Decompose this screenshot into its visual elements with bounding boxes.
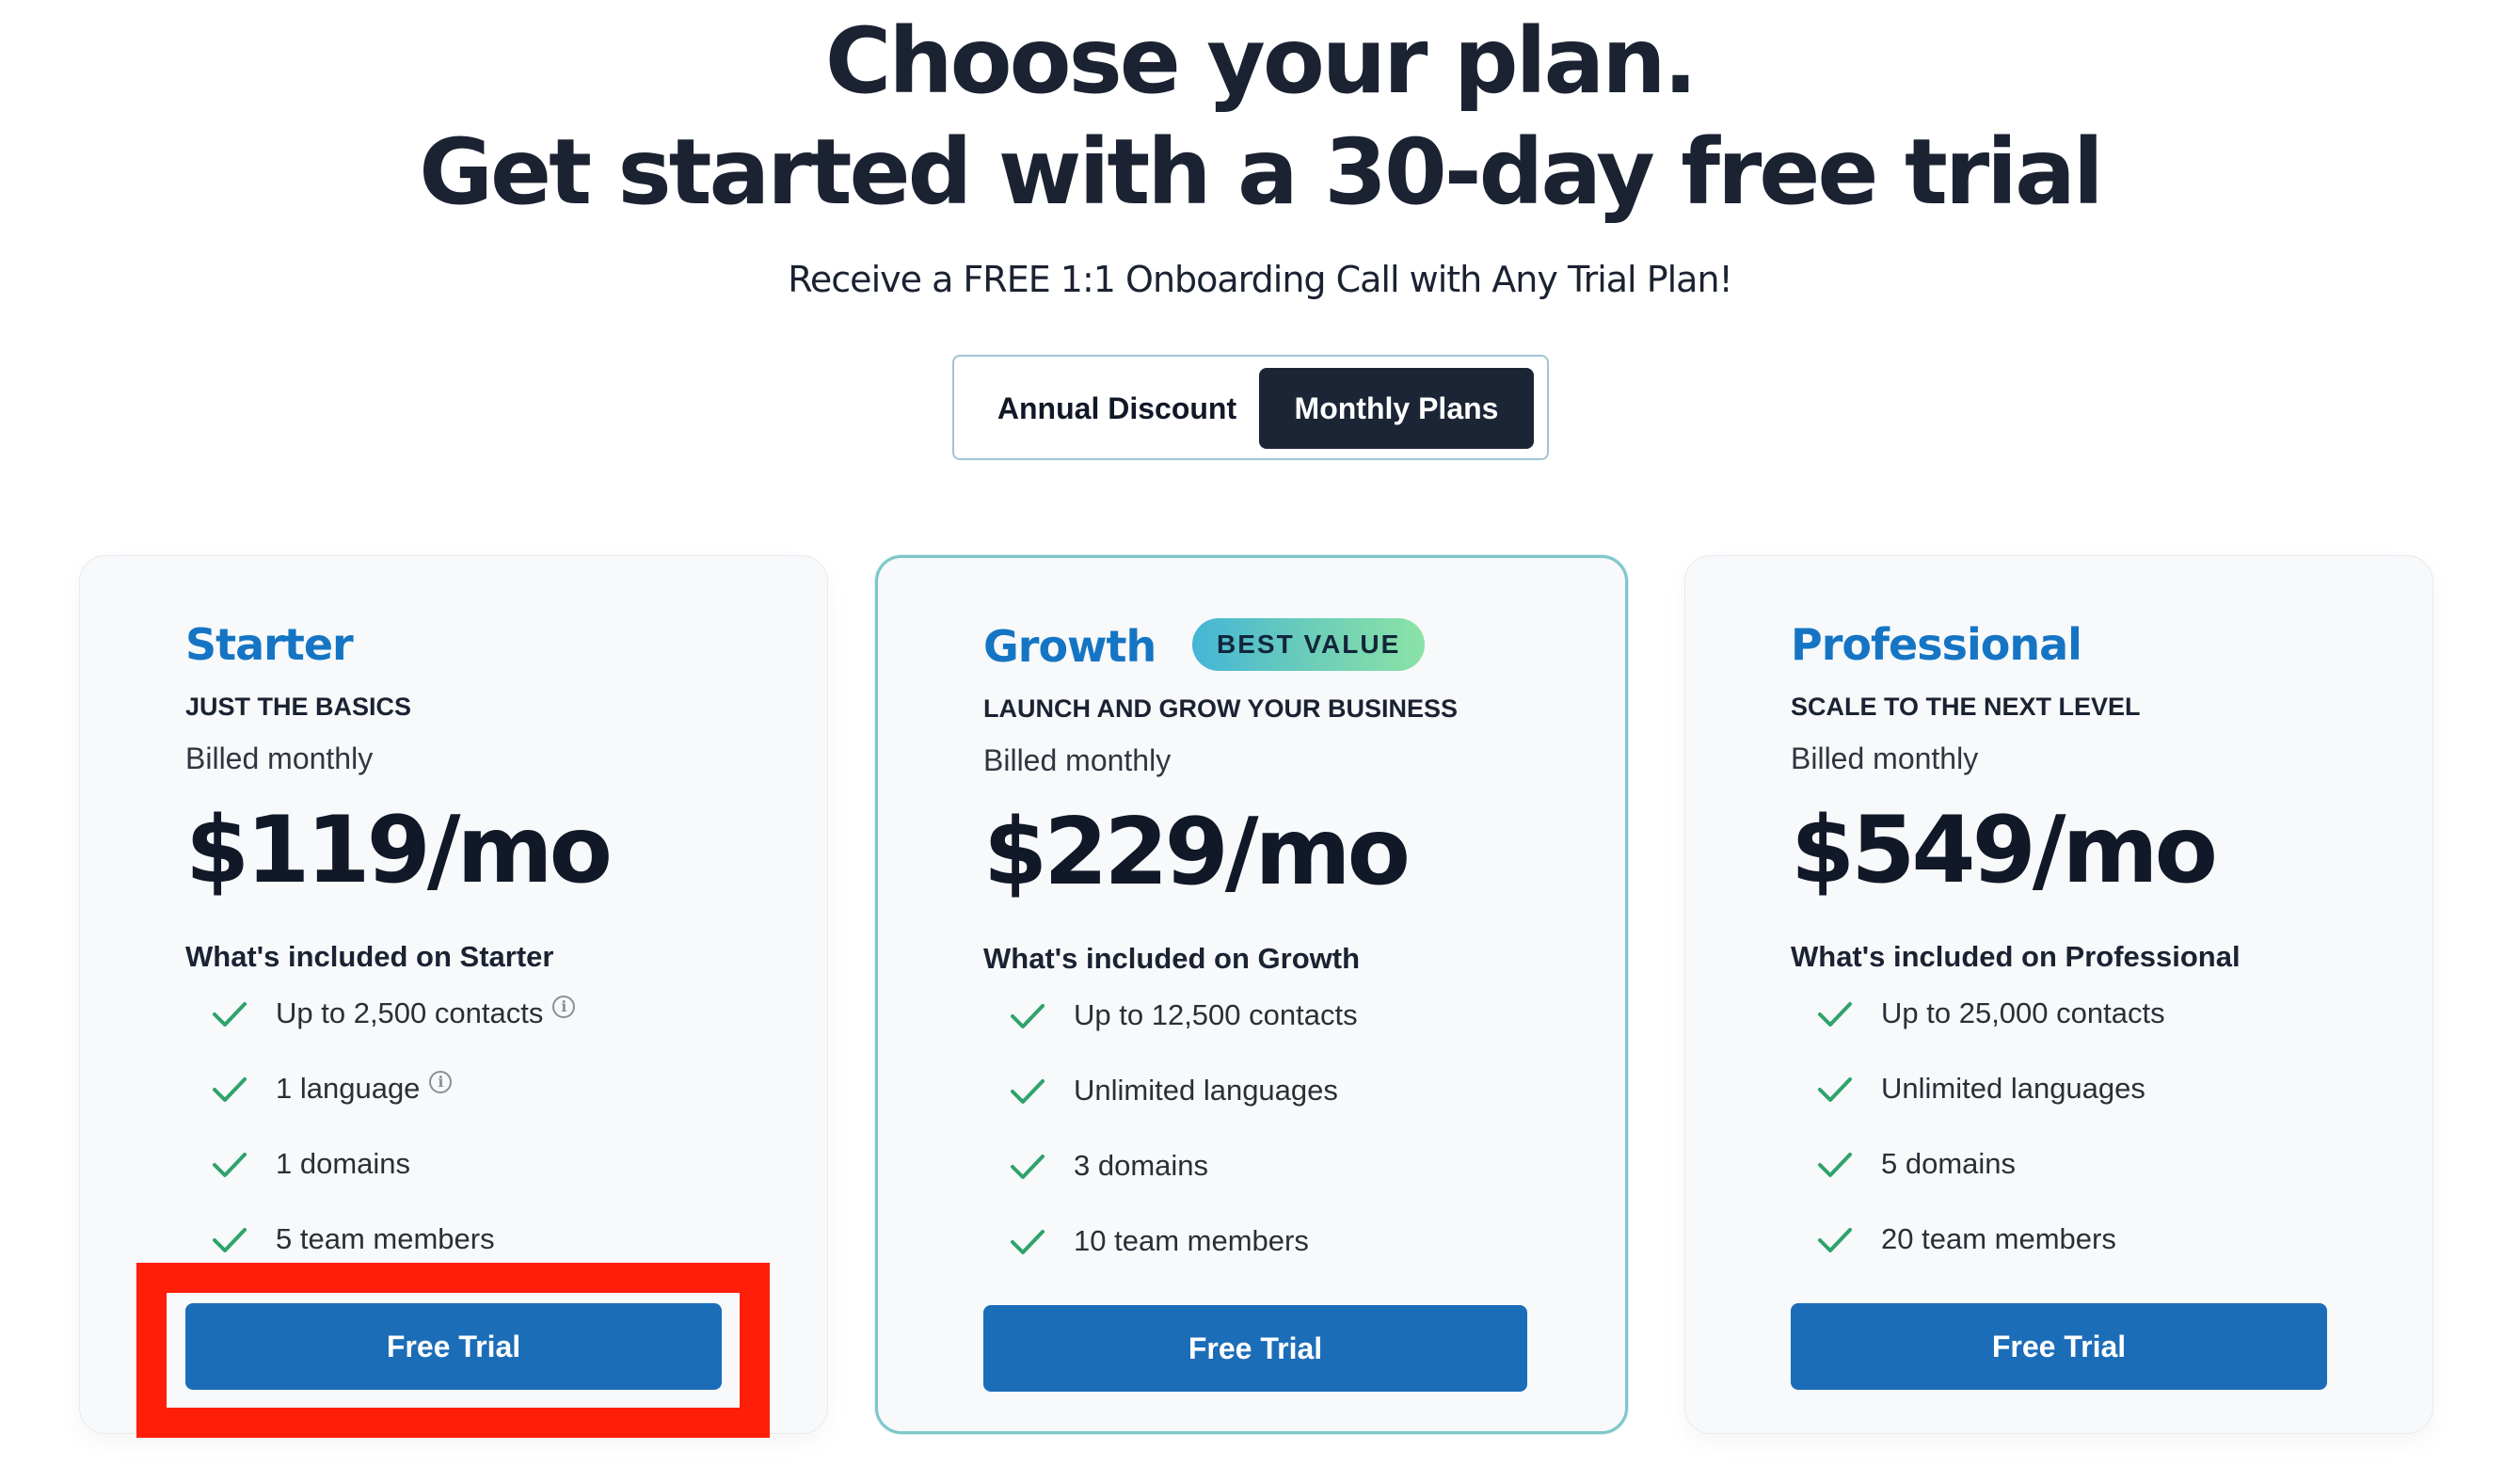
annotation-highlight-box: [136, 1263, 770, 1438]
check-icon: [1011, 1004, 1045, 1028]
check-icon: [213, 1228, 247, 1252]
check-icon: [1818, 1228, 1852, 1252]
info-icon[interactable]: i: [429, 1071, 453, 1093]
billing-toggle: Annual Discount Monthly Plans: [952, 355, 1549, 460]
plan-name: Professional: [1791, 619, 2082, 670]
check-icon: [1818, 1077, 1852, 1102]
check-icon: [213, 1153, 247, 1177]
billing-period: Billed monthly: [185, 741, 374, 775]
feature-text: 20 team members: [1881, 1222, 2116, 1255]
onboarding-note: Receive a FREE 1:1 Onboarding Call with …: [788, 259, 1733, 300]
plan-price: $119/mo: [185, 797, 613, 904]
plan-price: $229/mo: [983, 799, 1411, 906]
plan-card-professional: Professional SCALE TO THE NEXT LEVEL Bil…: [1684, 555, 2433, 1434]
check-icon: [1011, 1079, 1045, 1104]
free-trial-button[interactable]: Free Trial: [983, 1305, 1527, 1392]
plan-name: Starter: [185, 619, 354, 670]
feature-text: Up to 25,000 contacts: [1881, 996, 2165, 1029]
feature-text: 3 domains: [1074, 1149, 1209, 1182]
feature-text: Unlimited languages: [1074, 1074, 1338, 1107]
check-icon: [213, 1077, 247, 1102]
included-heading: What's included on Professional: [1791, 940, 2241, 973]
plan-tagline: SCALE TO THE NEXT LEVEL: [1791, 693, 2141, 721]
included-heading: What's included on Starter: [185, 940, 554, 973]
annual-discount-toggle[interactable]: Annual Discount: [971, 368, 1263, 449]
feature-text: 5 team members: [276, 1222, 495, 1255]
plan-price: $549/mo: [1791, 797, 2218, 904]
check-icon: [213, 1002, 247, 1027]
pricing-page: Choose your plan. Get started with a 30-…: [0, 0, 2520, 1482]
plan-name: Growth: [983, 621, 1156, 672]
feature-text: 10 team members: [1074, 1224, 1309, 1257]
feature-text: 5 domains: [1881, 1147, 2017, 1180]
billing-period: Billed monthly: [1791, 741, 1979, 775]
check-icon: [1011, 1155, 1045, 1179]
check-icon: [1011, 1230, 1045, 1254]
monthly-plans-toggle[interactable]: Monthly Plans: [1259, 368, 1534, 449]
check-icon: [1818, 1002, 1852, 1027]
feature-text: 1 language: [276, 1072, 421, 1105]
plan-tagline: JUST THE BASICS: [185, 693, 412, 721]
page-subtitle-headline: Get started with a 30-day free trial: [419, 120, 2104, 225]
feature-text: 1 domains: [276, 1147, 411, 1180]
feature-text: Unlimited languages: [1881, 1072, 2145, 1105]
billing-period: Billed monthly: [983, 743, 1172, 777]
free-trial-button[interactable]: Free Trial: [1791, 1303, 2327, 1390]
included-heading: What's included on Growth: [983, 942, 1361, 975]
check-icon: [1818, 1153, 1852, 1177]
feature-text: Up to 12,500 contacts: [1074, 998, 1358, 1031]
plan-tagline: LAUNCH AND GROW YOUR BUSINESS: [983, 694, 1459, 723]
feature-text: Up to 2,500 contacts: [276, 996, 544, 1029]
info-icon[interactable]: i: [552, 996, 576, 1018]
plan-card-growth: Growth BEST VALUE LAUNCH AND GROW YOUR B…: [875, 555, 1628, 1434]
best-value-badge: BEST VALUE: [1192, 618, 1426, 671]
page-title: Choose your plan.: [824, 8, 1698, 114]
